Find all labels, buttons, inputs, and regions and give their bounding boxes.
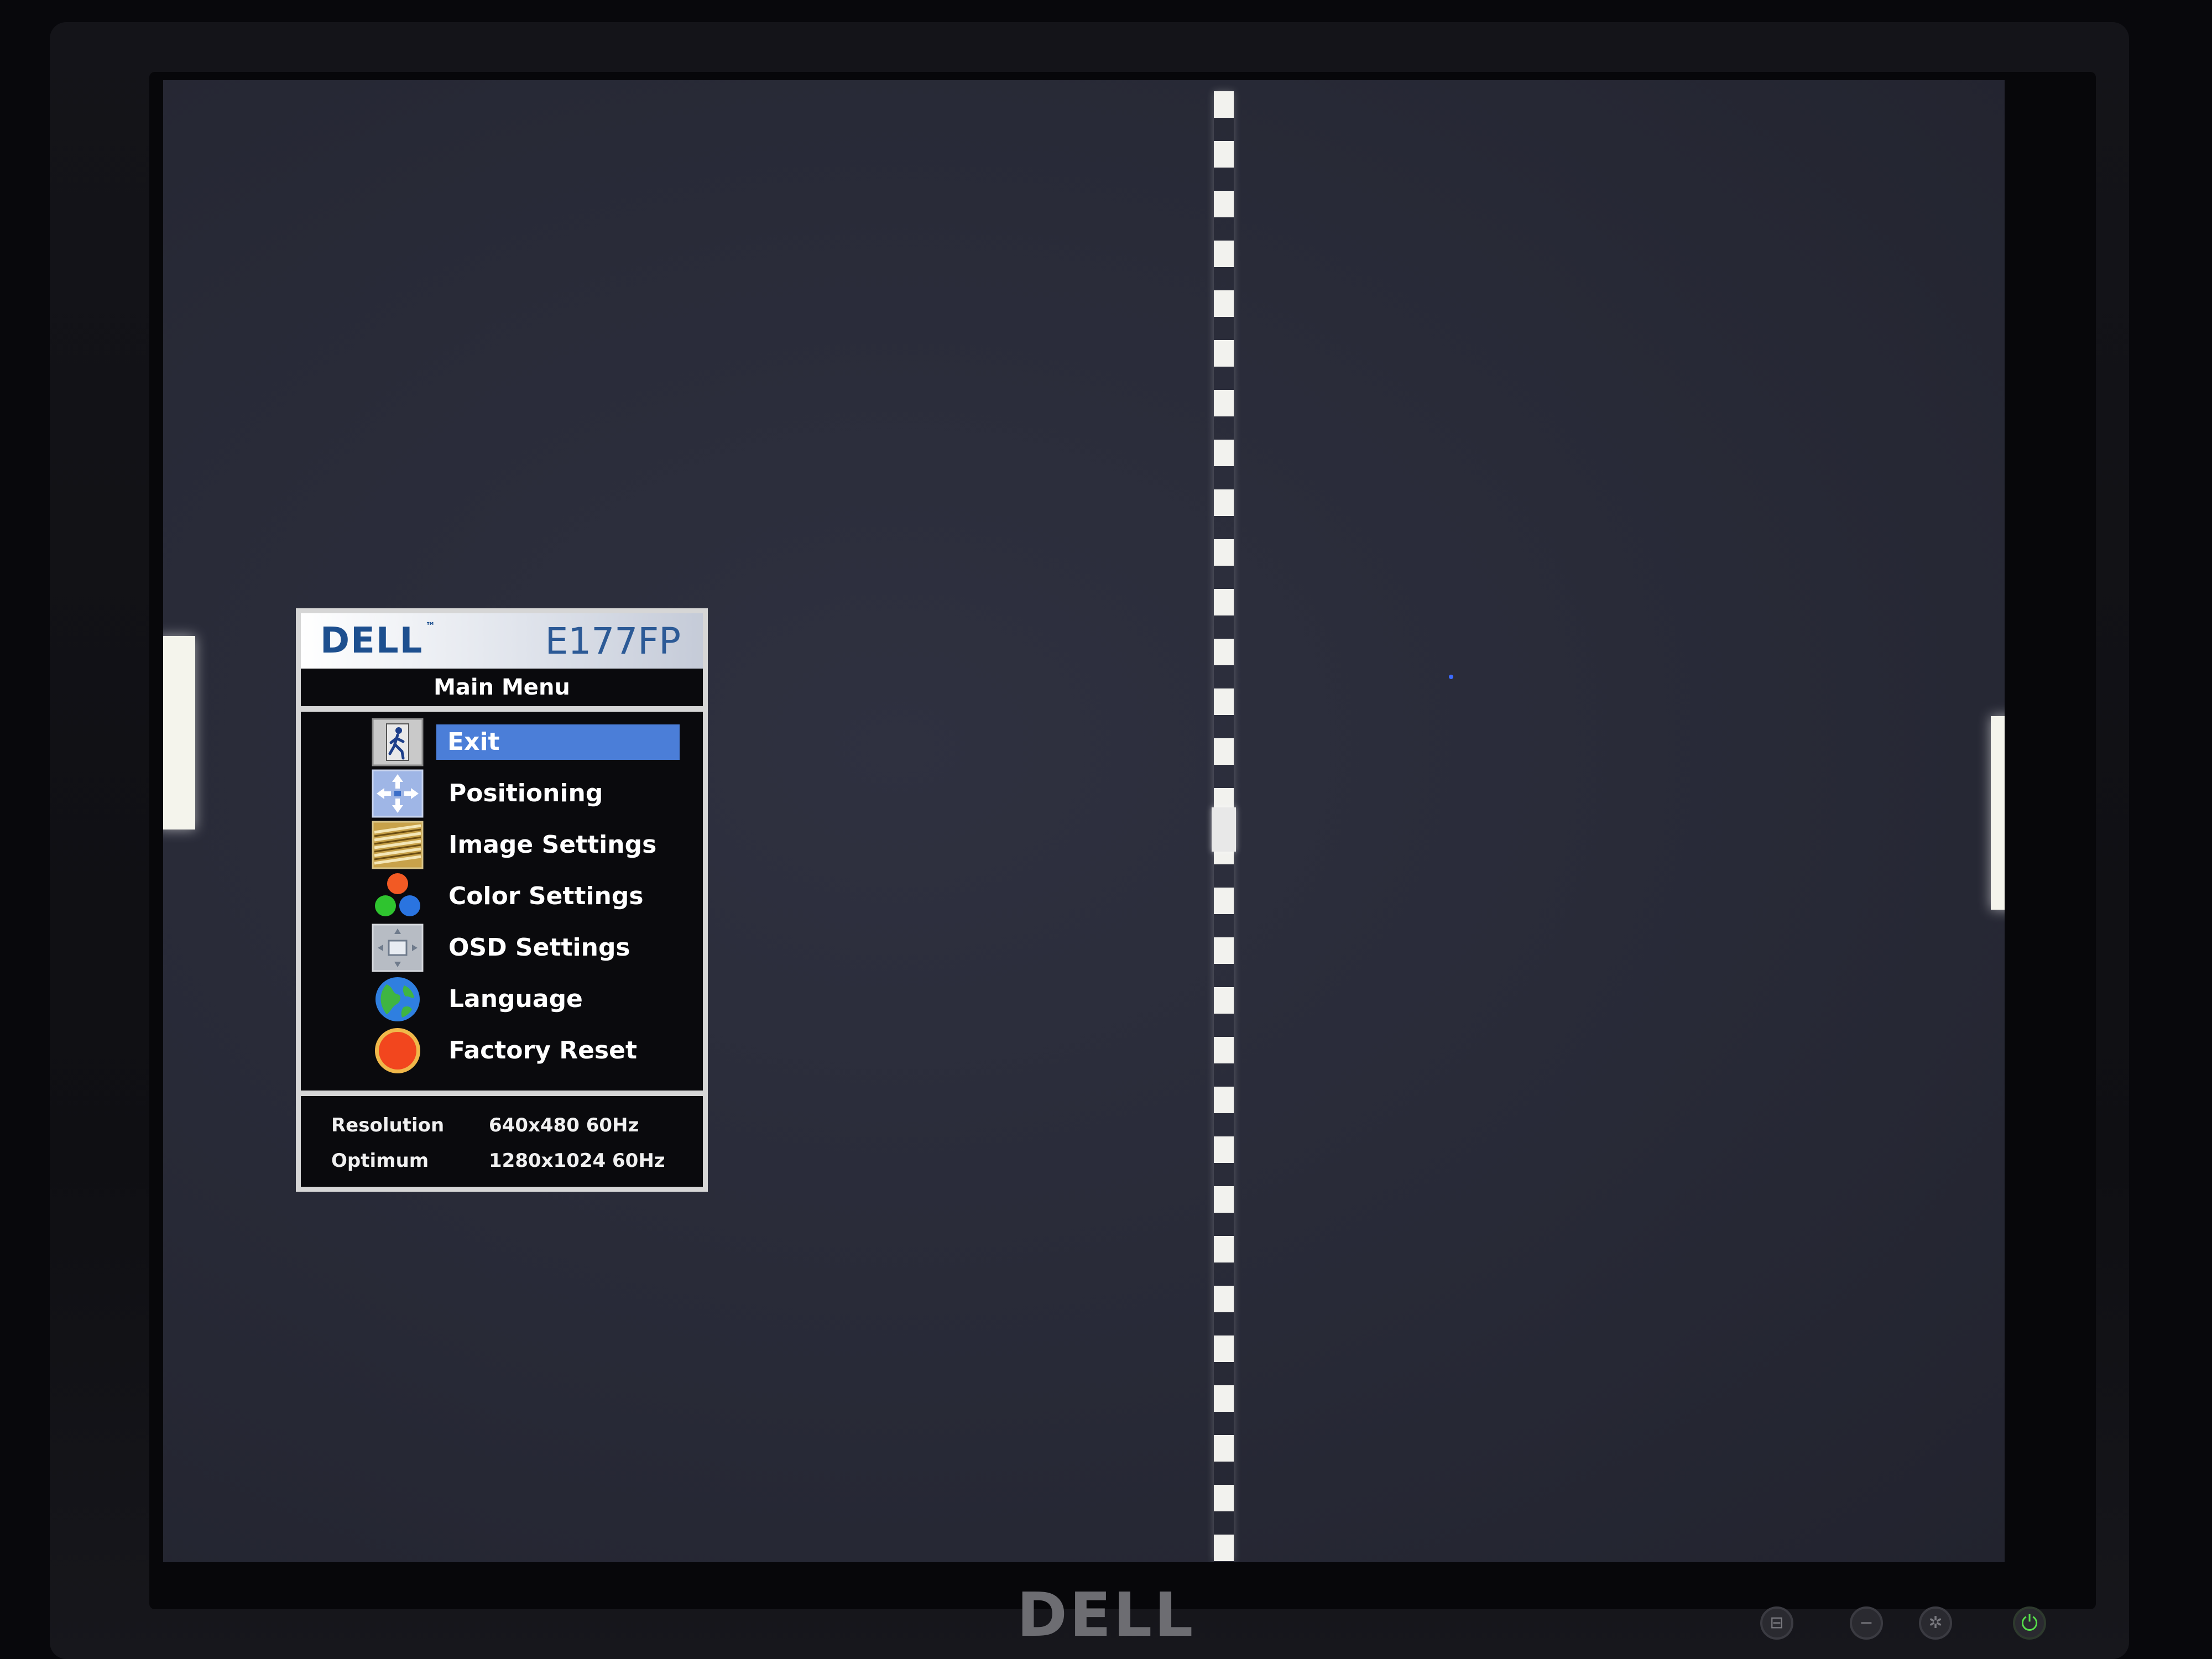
- optimum-label: Optimum: [331, 1150, 429, 1172]
- osd-header: DELL ™ E177FP: [301, 613, 703, 669]
- color-settings-icon: [370, 872, 425, 921]
- minus-button[interactable]: −: [1850, 1606, 1883, 1640]
- trademark: ™: [425, 620, 437, 632]
- left-paddle: [163, 636, 195, 830]
- stray-pixel: [1449, 675, 1453, 679]
- osd-item-image-settings[interactable]: Image Settings: [301, 820, 703, 870]
- globe-icon: [370, 974, 425, 1024]
- osd-brand-logo: DELL ™: [320, 620, 437, 661]
- minus-icon: −: [1859, 1613, 1874, 1632]
- osd-item-label: Language: [448, 985, 583, 1013]
- osd-divider: [301, 1091, 703, 1096]
- optimum-value: 1280x1024 60Hz: [489, 1150, 665, 1172]
- osd-item-color-settings[interactable]: Color Settings: [301, 872, 703, 921]
- power-button[interactable]: ⏻: [2013, 1606, 2046, 1640]
- menu-icon: ✲: [1928, 1613, 1943, 1632]
- osd-item-label: Factory Reset: [448, 1036, 637, 1065]
- power-icon: ⏻: [2021, 1611, 2038, 1635]
- osd-panel: DELL ™ E177FP Main Menu Exit Positioning…: [296, 608, 708, 1192]
- image-settings-icon: [370, 820, 425, 870]
- osd-item-positioning[interactable]: Positioning: [301, 769, 703, 818]
- osd-menu: Exit Positioning Image Settings Color Se…: [301, 712, 703, 1091]
- pong-ball: [1212, 807, 1236, 852]
- osd-item-osd-settings[interactable]: OSD Settings: [301, 923, 703, 973]
- bezel-logo: DELL: [1016, 1579, 1196, 1650]
- osd-item-factory-reset[interactable]: Factory Reset: [301, 1026, 703, 1076]
- osd-item-label: Positioning: [448, 779, 603, 807]
- resolution-value: 640x480 60Hz: [489, 1114, 639, 1136]
- right-paddle: [1991, 716, 2005, 910]
- osd-item-label: Color Settings: [448, 882, 644, 910]
- osd-item-exit[interactable]: Exit: [301, 717, 703, 767]
- osd-settings-icon: [370, 923, 425, 973]
- input-button[interactable]: ⊟: [1760, 1606, 1793, 1640]
- menu-button[interactable]: ✲: [1919, 1606, 1952, 1640]
- osd-divider: [301, 706, 703, 712]
- osd-item-label: OSD Settings: [448, 933, 630, 962]
- exit-icon: [370, 717, 425, 767]
- resolution-label: Resolution: [331, 1114, 445, 1136]
- osd-item-label: Image Settings: [448, 831, 657, 859]
- factory-reset-icon: [370, 1026, 425, 1076]
- input-icon: ⊟: [1770, 1613, 1784, 1632]
- osd-item-label: Exit: [436, 724, 680, 760]
- osd-model: E177FP: [545, 619, 681, 662]
- osd-item-language[interactable]: Language: [301, 974, 703, 1024]
- osd-info: Resolution 640x480 60Hz Optimum 1280x102…: [301, 1096, 703, 1187]
- positioning-icon: [370, 769, 425, 818]
- osd-title: Main Menu: [434, 675, 570, 700]
